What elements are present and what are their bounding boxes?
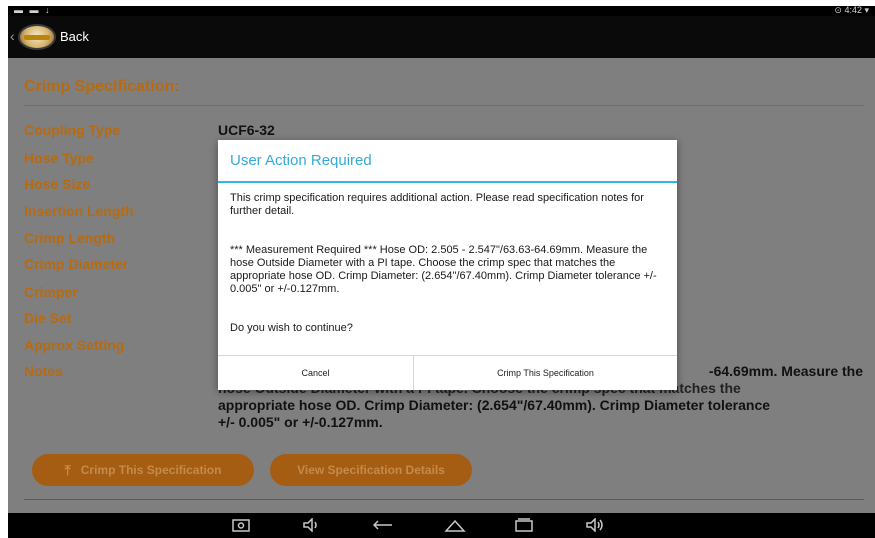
dialog-body: This crimp specification requires additi… bbox=[230, 192, 670, 361]
crimp-spec-button-label: Crimp This Specification bbox=[80, 463, 222, 477]
page-title: Crimp Specification: bbox=[24, 78, 180, 95]
dialog-intro-text: This crimp specification requires additi… bbox=[230, 192, 644, 217]
view-details-button-label: View Specification Details bbox=[297, 463, 445, 477]
clock: ⊙ 4:42 ▾ bbox=[834, 5, 869, 15]
company-logo-icon[interactable] bbox=[18, 24, 56, 50]
volume-down-icon[interactable] bbox=[302, 517, 320, 535]
back-button[interactable]: Back bbox=[60, 29, 89, 44]
label-hose-size: Hose Size bbox=[24, 176, 91, 192]
label-insertion-length: Insertion Length bbox=[24, 203, 134, 219]
label-crimp-diameter: Crimp Diameter bbox=[24, 256, 129, 272]
label-coupling-type: Coupling Type bbox=[24, 122, 121, 138]
system-nav-bar bbox=[8, 513, 875, 538]
crimp-spec-button[interactable]: ⤒ Crimp This Specification bbox=[32, 454, 254, 486]
view-details-button[interactable]: View Specification Details bbox=[270, 454, 472, 486]
back-icon[interactable] bbox=[372, 518, 393, 535]
notification-icons: ▬ ▬ ↓ bbox=[14, 5, 52, 15]
dialog-measurement-text: *** Measurement Required *** Hose OD: 2.… bbox=[230, 244, 657, 295]
app-screen: ▬ ▬ ↓ ⊙ 4:42 ▾ ‹ Back Crimp Specificatio… bbox=[0, 0, 875, 538]
divider bbox=[24, 105, 864, 106]
dialog-title: User Action Required bbox=[230, 152, 372, 169]
status-bar: ▬ ▬ ↓ ⊙ 4:42 ▾ bbox=[8, 5, 875, 16]
upload-icon: ⤒ bbox=[64, 461, 71, 478]
label-crimper: Crimper bbox=[24, 284, 78, 300]
dialog-button-bar: Cancel Crimp This Specification bbox=[218, 355, 677, 390]
volume-up-icon[interactable] bbox=[585, 517, 605, 535]
chevron-left-icon[interactable]: ‹ bbox=[10, 28, 15, 44]
dialog-question: Do you wish to continue? bbox=[230, 322, 353, 334]
notes-line: appropriate hose OD. Crimp Diameter: (2.… bbox=[218, 397, 771, 413]
label-hose-type: Hose Type bbox=[24, 150, 94, 166]
label-die-set: Die Set bbox=[24, 310, 72, 326]
screenshot-icon[interactable] bbox=[232, 518, 250, 535]
notes-line: +/- 0.005" or +/-0.127mm. bbox=[218, 414, 383, 430]
user-action-dialog: User Action Required This crimp specific… bbox=[218, 140, 677, 390]
dialog-divider bbox=[218, 181, 677, 183]
label-crimp-length: Crimp Length bbox=[24, 230, 115, 246]
divider bbox=[24, 499, 864, 500]
label-notes: Notes bbox=[24, 363, 63, 379]
home-icon[interactable] bbox=[444, 518, 466, 535]
value-coupling-type: UCF6-32 bbox=[218, 122, 275, 138]
crimp-confirm-button[interactable]: Crimp This Specification bbox=[414, 356, 677, 390]
action-bar: ‹ Back bbox=[8, 16, 875, 58]
label-approx-setting: Approx Setting bbox=[24, 337, 125, 353]
cancel-button[interactable]: Cancel bbox=[218, 356, 414, 390]
recents-icon[interactable] bbox=[514, 518, 534, 535]
